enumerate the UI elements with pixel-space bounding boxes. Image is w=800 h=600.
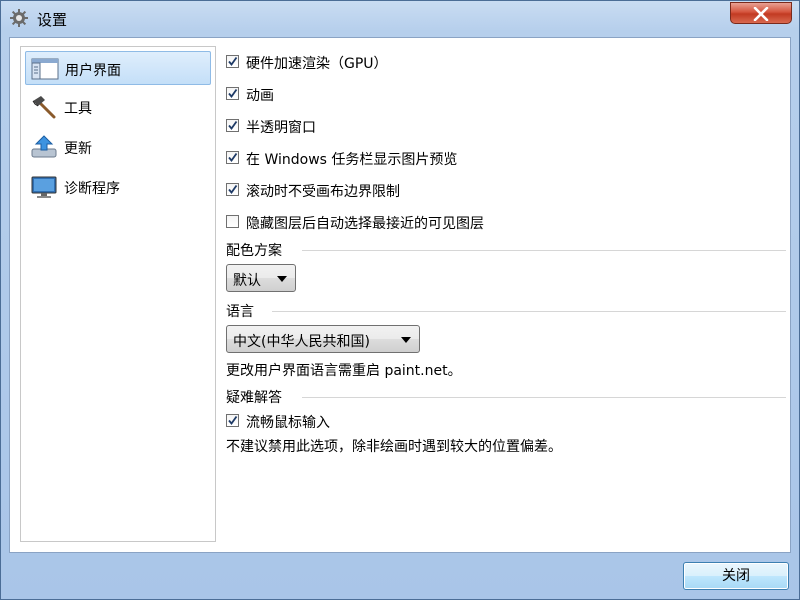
smooth-mouse-note: 不建议禁用此选项，除非绘画时遇到较大的位置偏差。: [226, 439, 562, 455]
sidebar-item-diagnostics[interactable]: 诊断程序: [25, 170, 211, 204]
checkmark-icon: [228, 152, 238, 162]
language-heading: 语言: [226, 304, 254, 320]
troubleshooting-heading: 疑难解答: [226, 390, 282, 406]
language-restart-note: 更改用户界面语言需重启 paint.net。: [226, 363, 462, 379]
checkmark-icon: [228, 415, 238, 425]
window-title: 设置: [37, 11, 68, 29]
checkmark-icon: [228, 184, 238, 194]
gpu-checkbox[interactable]: [226, 55, 239, 68]
section-divider: [302, 250, 786, 251]
user-interface-settings: 硬件加速渲染（GPU） 动画 半透明窗口 在 Windows 任务栏显示图片预览: [226, 38, 786, 548]
settings-sidebar: 用户界面 工具 更新 诊断程序: [20, 46, 216, 542]
smooth-mouse-label: 流畅鼠标输入: [246, 415, 330, 431]
gpu-label: 硬件加速渲染（GPU）: [246, 56, 388, 72]
smooth-mouse-checkbox[interactable]: [226, 414, 239, 427]
translucent-checkbox[interactable]: [226, 119, 239, 132]
animation-label: 动画: [246, 88, 274, 104]
hammer-icon: [30, 95, 58, 119]
close-icon: [753, 7, 769, 21]
color-scheme-section: 配色方案: [226, 240, 786, 260]
troubleshooting-section: 疑难解答: [226, 387, 786, 407]
update-arrow-icon: [30, 135, 58, 159]
language-value: 中文(中华人民共和国): [233, 334, 370, 350]
section-divider: [272, 311, 786, 312]
settings-panel: 用户界面 工具 更新 诊断程序 硬件加速渲染（GPU） 动画 半透明窗口 在 W…: [9, 37, 791, 553]
hide-layer-label: 隐藏图层后自动选择最接近的可见图层: [246, 216, 484, 232]
sidebar-item-updates[interactable]: 更新: [25, 130, 211, 164]
sidebar-item-user-interface[interactable]: 用户界面: [25, 51, 211, 85]
close-dialog-button[interactable]: 关闭: [683, 562, 789, 590]
taskbar-preview-checkbox[interactable]: [226, 151, 239, 164]
window-layout-icon: [31, 57, 59, 81]
scroll-unbound-label: 滚动时不受画布边界限制: [246, 184, 400, 200]
chevron-down-icon: [401, 337, 411, 343]
checkmark-icon: [228, 88, 238, 98]
language-section: 语言: [226, 301, 786, 321]
color-scheme-heading: 配色方案: [226, 243, 282, 259]
chevron-down-icon: [277, 276, 287, 282]
taskbar-preview-label: 在 Windows 任务栏显示图片预览: [246, 152, 458, 168]
settings-window: 设置 用户界面 工具 更新 诊断程序 硬件加速渲染（GPU） 动画 半透明窗口 …: [0, 0, 800, 600]
language-dropdown[interactable]: 中文(中华人民共和国): [226, 325, 420, 353]
gear-icon: [9, 8, 29, 28]
checkmark-icon: [228, 56, 238, 66]
sidebar-item-tools[interactable]: 工具: [25, 90, 211, 124]
translucent-label: 半透明窗口: [246, 120, 316, 136]
window-close-button[interactable]: [730, 2, 792, 24]
hide-layer-checkbox[interactable]: [226, 215, 239, 228]
sidebar-item-label: 诊断程序: [64, 181, 120, 197]
title-bar[interactable]: 设置: [1, 1, 799, 37]
animation-checkbox[interactable]: [226, 87, 239, 100]
color-scheme-dropdown[interactable]: 默认: [226, 264, 296, 292]
monitor-icon: [30, 175, 58, 199]
section-divider: [302, 397, 786, 398]
sidebar-item-label: 更新: [64, 141, 92, 157]
sidebar-item-label: 用户界面: [65, 63, 121, 79]
color-scheme-value: 默认: [233, 273, 261, 289]
checkmark-icon: [228, 120, 238, 130]
scroll-unbound-checkbox[interactable]: [226, 183, 239, 196]
sidebar-item-label: 工具: [64, 101, 92, 117]
